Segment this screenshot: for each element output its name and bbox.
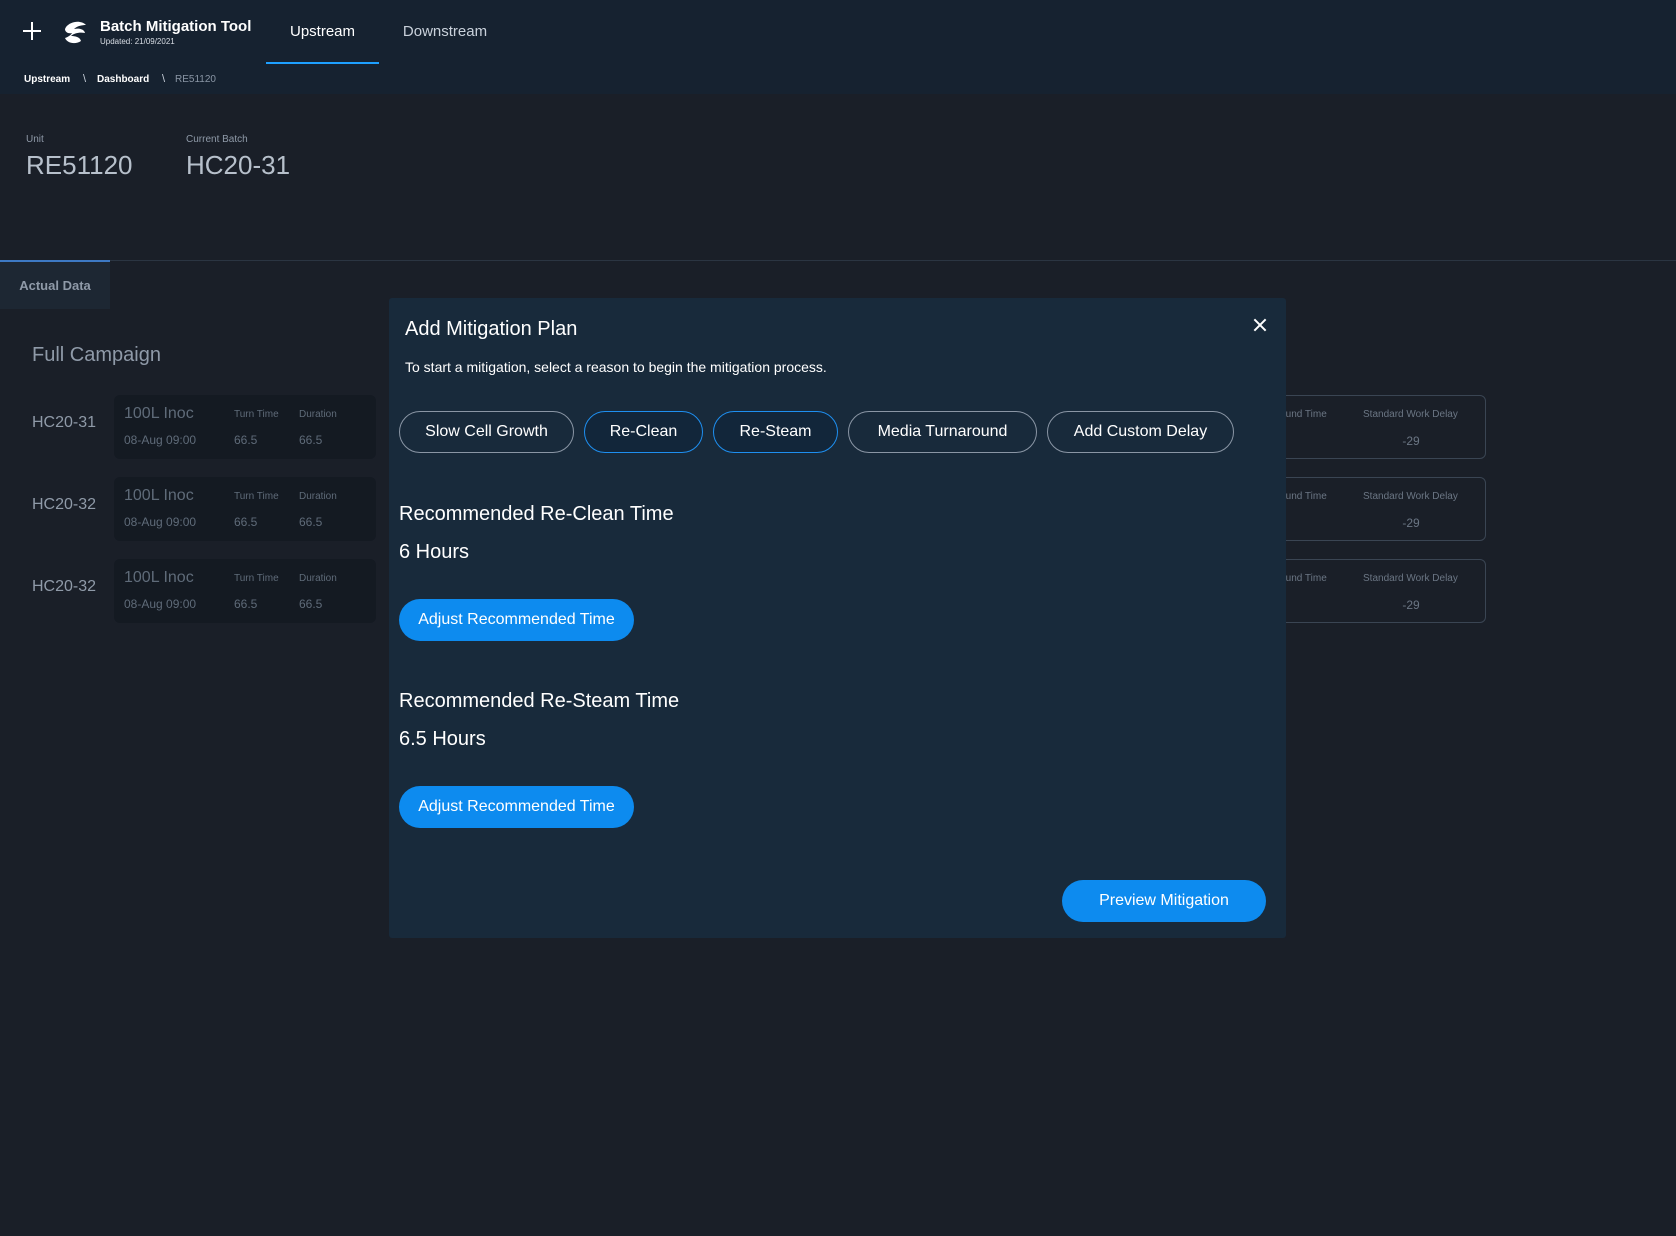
recommended-re-clean-value: 6 Hours	[399, 541, 470, 563]
batch-card[interactable]: 100L Inoc 08-Aug 09:00 Turn Time 66.5 Du…	[114, 395, 376, 459]
standard-work-delay-label: Standard Work Delay	[1363, 409, 1458, 420]
standard-work-delay-value: -29	[1402, 598, 1420, 612]
add-mitigation-modal: Add Mitigation Plan To start a mitigatio…	[389, 298, 1286, 938]
reason-re-steam[interactable]: Re-Steam	[713, 411, 838, 453]
duration-value: 66.5	[299, 433, 323, 447]
batch-step: 100L Inoc	[124, 487, 194, 504]
plus-icon[interactable]	[22, 21, 42, 41]
breadcrumb-current: RE51120	[175, 74, 216, 85]
top-bar: Batch Mitigation Tool Updated: 21/09/202…	[0, 0, 1676, 64]
turn-time-label: Turn Time	[234, 409, 279, 420]
batch-date: 08-Aug 09:00	[124, 597, 197, 611]
adjust-re-steam-time-button[interactable]: Adjust Recommended Time	[399, 786, 634, 828]
recommended-re-steam-value: 6.5 Hours	[399, 728, 486, 750]
recommended-re-clean-title: Recommended Re-Clean Time	[399, 503, 674, 525]
brand-logo-icon	[65, 21, 86, 44]
breadcrumb-separator: \	[162, 73, 166, 85]
campaign-title: Full Campaign	[32, 344, 161, 366]
duration-label: Duration	[299, 409, 337, 420]
current-batch-label: Current Batch	[186, 134, 248, 145]
current-batch-value: HC20-31	[186, 150, 291, 180]
batch-card[interactable]: 100L Inoc 08-Aug 09:00 Turn Time 66.5 Du…	[114, 477, 376, 541]
turn-time-value: 66.5	[234, 433, 258, 447]
batch-step: 100L Inoc	[124, 569, 194, 586]
standard-work-delay-label: Standard Work Delay	[1363, 491, 1458, 502]
duration-value: 66.5	[299, 597, 323, 611]
standard-work-delay-label: Standard Work Delay	[1363, 573, 1458, 584]
section-divider	[0, 260, 1676, 261]
delay-card[interactable]: Turnaround Time Standard Work Delay -29	[1270, 559, 1486, 623]
app-title: Batch Mitigation Tool	[100, 18, 252, 35]
reason-re-clean[interactable]: Re-Clean	[584, 411, 703, 453]
unit-label: Unit	[26, 134, 44, 145]
preview-mitigation-button[interactable]: Preview Mitigation	[1062, 880, 1266, 922]
breadcrumb-dashboard[interactable]: Dashboard	[97, 74, 149, 85]
tab-actual-data[interactable]: Actual Data	[0, 260, 110, 309]
breadcrumb-upstream[interactable]: Upstream	[24, 74, 70, 85]
delay-card[interactable]: Turnaround Time Standard Work Delay -29	[1270, 477, 1486, 541]
standard-work-delay-value: -29	[1402, 434, 1420, 448]
turn-time-value: 66.5	[234, 515, 258, 529]
close-icon[interactable]	[1253, 318, 1267, 332]
nav-tab-downstream[interactable]: Downstream	[390, 0, 500, 64]
batch-label: HC20-31	[32, 414, 97, 431]
batch-card[interactable]: 100L Inoc 08-Aug 09:00 Turn Time 66.5 Du…	[114, 559, 376, 623]
turn-time-label: Turn Time	[234, 573, 279, 584]
nav-tab-upstream[interactable]: Upstream	[266, 0, 379, 64]
batch-label: HC20-32	[32, 578, 97, 595]
updated-date: Updated: 21/09/2021	[100, 37, 175, 46]
modal-title: Add Mitigation Plan	[405, 318, 578, 340]
duration-label: Duration	[299, 573, 337, 584]
reason-add-custom-delay[interactable]: Add Custom Delay	[1047, 411, 1234, 453]
batch-date: 08-Aug 09:00	[124, 515, 197, 529]
unit-value: RE51120	[26, 150, 133, 180]
turn-time-value: 66.5	[234, 597, 258, 611]
adjust-re-clean-time-button[interactable]: Adjust Recommended Time	[399, 599, 634, 641]
reason-slow-cell-growth[interactable]: Slow Cell Growth	[399, 411, 574, 453]
batch-label: HC20-32	[32, 496, 97, 513]
duration-value: 66.5	[299, 515, 323, 529]
delay-card[interactable]: Turnaround Time Standard Work Delay -29	[1270, 395, 1486, 459]
standard-work-delay-value: -29	[1402, 516, 1420, 530]
breadcrumb: Upstream \ Dashboard \ RE51120	[0, 64, 1676, 94]
batch-step: 100L Inoc	[124, 405, 194, 422]
reason-media-turnaround[interactable]: Media Turnaround	[848, 411, 1037, 453]
modal-description: To start a mitigation, select a reason t…	[405, 359, 827, 375]
batch-date: 08-Aug 09:00	[124, 433, 197, 447]
turn-time-label: Turn Time	[234, 491, 279, 502]
duration-label: Duration	[299, 491, 337, 502]
breadcrumb-separator: \	[83, 73, 87, 85]
recommended-re-steam-title: Recommended Re-Steam Time	[399, 690, 680, 712]
